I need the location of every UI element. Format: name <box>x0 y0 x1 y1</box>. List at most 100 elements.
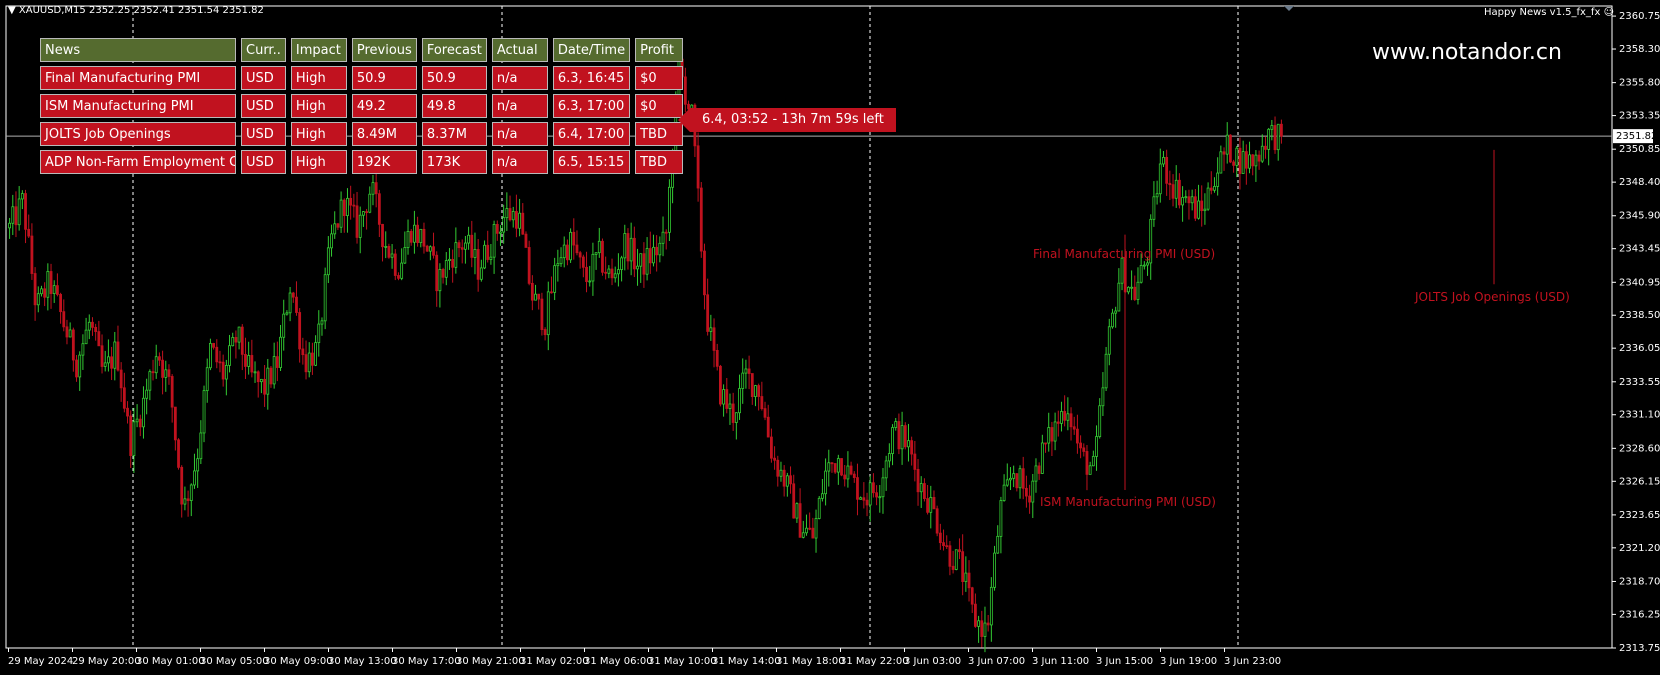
table-row[interactable]: ISM Manufacturing PMI USD High 49.2 49.8… <box>40 94 684 118</box>
header-datetime[interactable]: Date/Time <box>552 38 631 62</box>
candle-body <box>1130 286 1133 289</box>
candle-body <box>244 353 247 367</box>
candle-body <box>46 271 50 298</box>
candle-body <box>1264 145 1267 150</box>
candle-body <box>256 371 260 383</box>
countdown-label: 6.4, 03:52 - 13h 7m 59s left <box>678 108 896 132</box>
candle-body <box>1082 447 1086 452</box>
candle-body <box>601 240 604 273</box>
candle-body <box>196 458 200 472</box>
time-tick-label: 3 Jun 03:00 <box>904 656 961 667</box>
candle-body <box>1276 123 1280 151</box>
scroll-marker-icon[interactable] <box>1284 6 1294 11</box>
header-actual[interactable]: Actual <box>491 38 548 62</box>
candle-body <box>1034 465 1038 482</box>
candle-body <box>320 320 324 325</box>
candle-body <box>116 341 120 371</box>
candle-body <box>744 368 748 374</box>
candle-body <box>907 440 910 448</box>
candle-body <box>932 497 936 510</box>
candle-body <box>132 421 136 456</box>
candle-body <box>1232 161 1235 166</box>
candle-body <box>218 361 222 364</box>
candle-body <box>75 359 78 378</box>
event-label-jolts: JOLTS Job Openings (USD) <box>1415 290 1570 304</box>
candle-body <box>406 230 410 248</box>
candle-body <box>852 473 856 479</box>
candle-body <box>703 250 706 296</box>
candle-body <box>298 312 302 350</box>
price-tick-label: 2326.15 <box>1619 476 1660 487</box>
header-currency[interactable]: Curr.. <box>241 38 286 62</box>
time-tick-label: 30 May 13:00 <box>328 656 397 667</box>
price-tick-label: 2333.55 <box>1619 377 1660 388</box>
candle-body <box>836 458 840 473</box>
price-tick-label: 2323.65 <box>1619 510 1660 521</box>
cell-news: JOLTS Job Openings <box>40 122 236 146</box>
cell-news: ISM Manufacturing PMI <box>40 94 236 118</box>
cell-datetime: 6.3, 16:45 <box>552 66 631 90</box>
candle-body <box>1222 151 1226 155</box>
candle-body <box>263 378 266 395</box>
candle-body <box>467 234 470 244</box>
news-table-header-row: News Curr.. Impact Previous Forecast Act… <box>40 38 684 62</box>
candle-body <box>562 244 566 259</box>
event-label-final-pmi: Final Manufacturing PMI (USD) <box>1033 247 1216 261</box>
cell-previous: 192K <box>351 150 417 174</box>
candle-body <box>1184 196 1188 199</box>
candle-body <box>1044 442 1047 445</box>
candle-body <box>215 346 219 363</box>
candle-body <box>221 361 225 380</box>
candle-body <box>189 484 193 501</box>
candle-body <box>17 198 21 226</box>
candle-body <box>795 503 799 519</box>
time-tick-label: 3 Jun 23:00 <box>1224 656 1281 667</box>
candle-body <box>30 235 34 274</box>
candle-body <box>205 367 209 392</box>
candle-body <box>122 387 126 409</box>
header-previous[interactable]: Previous <box>351 38 417 62</box>
table-row[interactable]: JOLTS Job Openings USD High 8.49M 8.37M … <box>40 122 684 146</box>
candle-body <box>1273 125 1277 151</box>
candle-body <box>390 253 394 258</box>
candle-body <box>161 359 164 378</box>
candle-body <box>291 292 295 298</box>
candle-body <box>980 620 984 637</box>
candle-body <box>1193 196 1197 219</box>
table-row[interactable]: Final Manufacturing PMI USD High 50.9 50… <box>40 66 684 90</box>
candle-body <box>40 288 43 295</box>
candle-body <box>231 337 235 347</box>
header-forecast[interactable]: Forecast <box>421 38 487 62</box>
candle-body <box>400 262 404 279</box>
candle-body <box>358 214 362 238</box>
table-row[interactable]: ADP Non-Farm Employment Change USD High … <box>40 150 684 174</box>
candle-body <box>167 369 171 377</box>
candle-body <box>483 244 486 269</box>
candle-body <box>1111 312 1114 328</box>
candle-body <box>333 223 337 235</box>
candle-body <box>1174 179 1178 199</box>
candle-body <box>1015 473 1019 489</box>
header-profit[interactable]: Profit <box>635 38 684 62</box>
candle-body <box>699 187 703 252</box>
current-price-label: 2351.82 <box>1616 131 1657 142</box>
candle-body <box>193 470 196 486</box>
candle-body <box>479 267 483 280</box>
candle-body <box>326 247 330 276</box>
candle-body <box>945 545 949 548</box>
candle-body <box>798 503 802 538</box>
candle-body <box>731 403 735 423</box>
candle-body <box>846 465 850 480</box>
header-impact[interactable]: Impact <box>290 38 347 62</box>
candle-body <box>779 469 783 477</box>
candle-body <box>696 145 700 189</box>
candle-body <box>706 294 710 332</box>
collapse-arrow-icon[interactable]: ▼ <box>8 5 19 16</box>
candle-body <box>135 418 139 423</box>
header-news[interactable]: News <box>40 38 236 62</box>
candle-body <box>986 622 990 626</box>
candle-body <box>782 469 786 487</box>
candle-body <box>591 253 595 282</box>
candle-body <box>212 343 215 348</box>
candle-body <box>824 470 827 495</box>
